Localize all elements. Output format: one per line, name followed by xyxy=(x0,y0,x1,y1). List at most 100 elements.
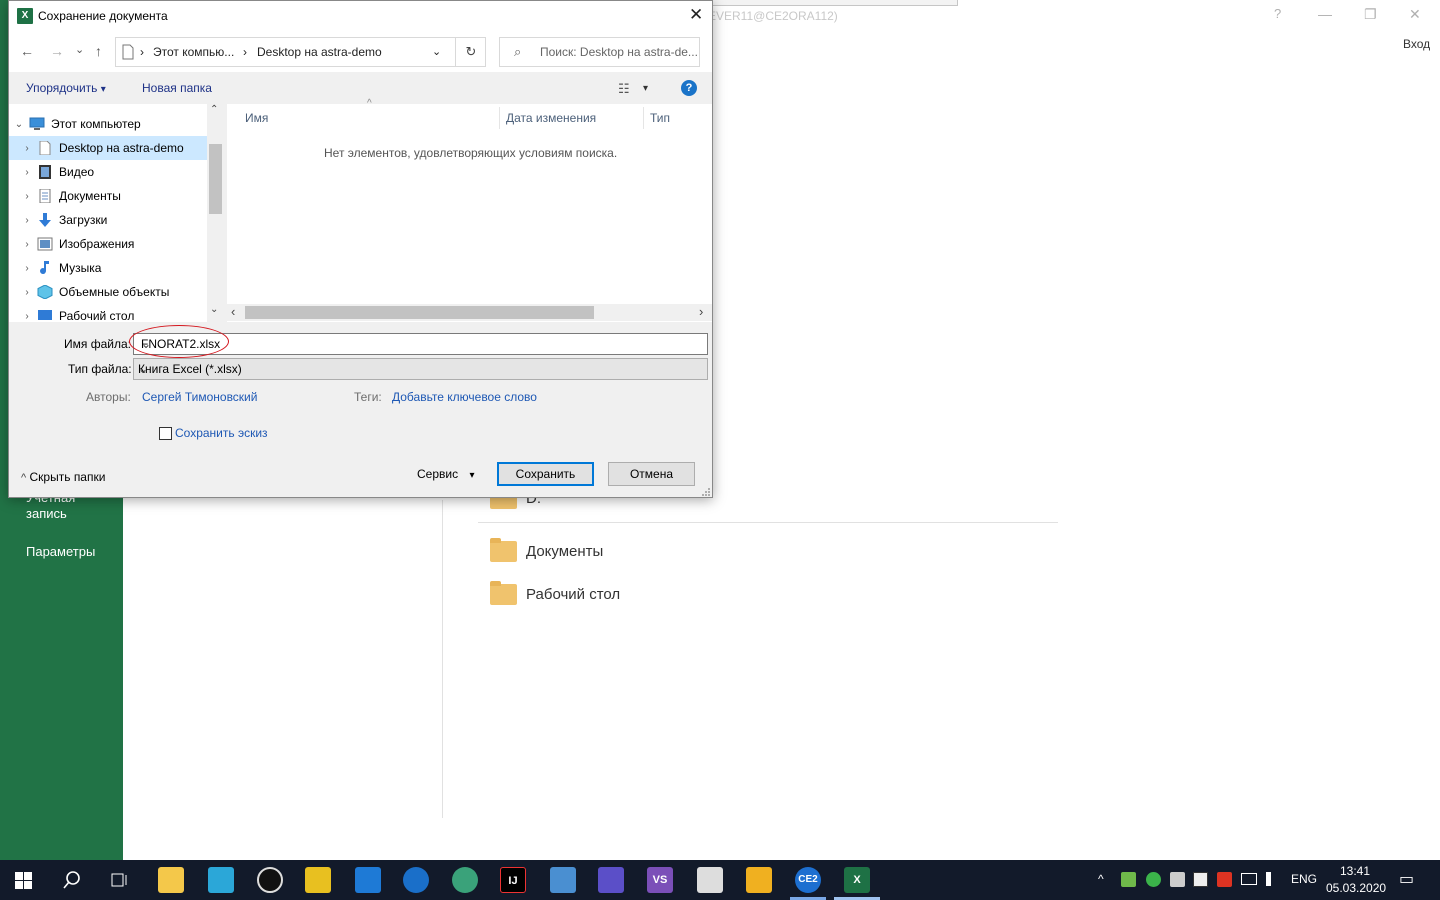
maximize-button[interactable]: ❐ xyxy=(1364,6,1377,23)
calendar-app-icon[interactable] xyxy=(697,867,723,893)
tray-chevron-icon[interactable]: ^ xyxy=(1098,872,1104,886)
view-options-icon[interactable]: ☷ xyxy=(618,81,630,97)
tags-input[interactable]: Добавьте ключевое слово xyxy=(392,390,537,404)
chevron-right-icon[interactable]: › xyxy=(17,239,37,250)
breadcrumb-current[interactable]: Desktop на astra-demo xyxy=(257,45,382,59)
column-separator[interactable] xyxy=(499,107,500,129)
search-input[interactable]: Поиск: Desktop на astra-de... xyxy=(540,45,698,59)
maxthon-icon[interactable] xyxy=(355,867,381,893)
breadcrumb-root[interactable]: Этот компью... xyxy=(153,45,234,59)
save-thumbnail-checkbox[interactable] xyxy=(159,427,172,440)
tray-app-icon[interactable] xyxy=(1121,872,1136,887)
volume-muted-icon[interactable] xyxy=(1266,872,1280,886)
clock[interactable]: 13:41 05.03.2020 xyxy=(1326,863,1386,897)
tree-item-music[interactable]: › Музыка xyxy=(9,256,207,280)
minimize-button[interactable]: — xyxy=(1318,6,1332,22)
folder-item-documents[interactable]: Документы xyxy=(490,538,603,562)
breadcrumb-sep[interactable]: › xyxy=(243,45,247,59)
chevron-right-icon[interactable]: › xyxy=(17,167,37,178)
batman-icon[interactable] xyxy=(305,867,331,893)
new-folder-button[interactable]: Новая папка xyxy=(142,81,212,95)
tree-item-pictures[interactable]: › Изображения xyxy=(9,232,207,256)
search-box[interactable]: ⌕ Поиск: Desktop на astra-de... xyxy=(499,37,700,67)
chevron-right-icon[interactable]: › xyxy=(17,191,37,202)
dialog-close-button[interactable]: ✕ xyxy=(689,6,703,23)
maps-icon[interactable] xyxy=(452,867,478,893)
tray-k-icon[interactable] xyxy=(1217,872,1232,887)
ce2-icon[interactable]: CE2 xyxy=(795,867,821,893)
tree-item-3d-objects[interactable]: › Объемные объекты xyxy=(9,280,207,304)
refresh-button[interactable]: ↻ xyxy=(455,38,486,66)
save-thumbnail-label[interactable]: Сохранить эскиз xyxy=(175,426,268,440)
back-button[interactable]: ← xyxy=(20,43,34,59)
horizontal-scrollbar[interactable]: ‹ › xyxy=(227,304,712,321)
tree-item-desktop[interactable]: › Рабочий стол xyxy=(9,304,207,322)
scroll-left-icon[interactable]: ‹ xyxy=(231,304,235,319)
chevron-right-icon[interactable]: › xyxy=(17,287,37,298)
chevron-right-icon[interactable]: › xyxy=(17,215,37,226)
runner-app-icon[interactable] xyxy=(746,867,772,893)
scroll-thumb[interactable] xyxy=(245,306,594,319)
file-explorer-icon[interactable] xyxy=(158,867,184,893)
tray-usb-icon[interactable] xyxy=(1170,872,1185,887)
pc-icon[interactable] xyxy=(550,867,576,893)
tray-qr-icon[interactable] xyxy=(1193,872,1208,887)
scroll-up-icon[interactable]: ⌃ xyxy=(210,104,218,115)
resize-grip-icon[interactable] xyxy=(701,487,711,497)
cancel-button[interactable]: Отмена xyxy=(608,462,695,486)
chevron-down-icon[interactable]: ⌄ xyxy=(9,119,29,130)
tree-item-downloads[interactable]: › Загрузки xyxy=(9,208,207,232)
recent-locations-button[interactable]: ⌄ xyxy=(75,43,84,56)
column-name[interactable]: Имя xyxy=(245,111,268,125)
tree-item-video[interactable]: › Видео xyxy=(9,160,207,184)
save-button[interactable]: Сохранить xyxy=(497,462,594,486)
visual-studio-icon[interactable]: VS xyxy=(647,867,673,893)
tree-item-documents[interactable]: › Документы xyxy=(9,184,207,208)
intellij-icon[interactable]: IJ xyxy=(500,867,526,893)
chevron-down-icon[interactable]: ⌄ xyxy=(138,362,703,376)
tray-shield-icon[interactable] xyxy=(1146,872,1161,887)
chevron-down-icon[interactable]: ▾ xyxy=(643,83,648,94)
column-date-modified[interactable]: Дата изменения xyxy=(506,111,596,125)
chevron-right-icon[interactable]: › xyxy=(17,311,37,322)
tools-button[interactable]: Сервис ▾ xyxy=(417,467,474,481)
tree-item-label: Музыка xyxy=(59,261,102,275)
organize-button[interactable]: Упорядочить ▾ xyxy=(26,81,106,95)
tree-scrollbar[interactable]: ⌃ ⌄ xyxy=(207,104,224,322)
scroll-down-icon[interactable]: ⌄ xyxy=(210,304,218,315)
task-view-icon[interactable] xyxy=(110,872,130,888)
notifications-icon[interactable]: ▭ xyxy=(1399,869,1414,889)
edge-icon[interactable] xyxy=(403,867,429,893)
windows-logo-icon[interactable] xyxy=(15,872,32,889)
search-icon[interactable] xyxy=(63,871,81,889)
forward-button[interactable]: → xyxy=(50,43,64,59)
sign-in-link[interactable]: Вход xyxy=(1403,37,1430,51)
help-icon[interactable]: ? xyxy=(681,80,697,96)
help-button[interactable]: ? xyxy=(1274,6,1281,21)
column-type[interactable]: Тип xyxy=(650,111,670,125)
tree-item-this-pc[interactable]: ⌄ Этот компьютер xyxy=(9,112,207,136)
circle-app-icon[interactable] xyxy=(257,867,283,893)
sidebar-item-parameters[interactable]: Параметры xyxy=(26,544,95,560)
excel-icon[interactable]: X xyxy=(844,867,870,893)
folder-item-desktop[interactable]: Рабочий стол xyxy=(490,581,620,605)
chevron-right-icon[interactable]: › xyxy=(17,143,37,154)
save-app-icon[interactable] xyxy=(598,867,624,893)
window-close-button[interactable]: ✕ xyxy=(1409,6,1421,23)
chevron-right-icon[interactable]: › xyxy=(17,263,37,274)
address-bar[interactable]: › Этот компью... › Desktop на astra-demo… xyxy=(115,37,486,67)
filetype-select[interactable]: Книга Excel (*.xlsx) ⌄ xyxy=(133,358,708,380)
hide-folders-button[interactable]: ^ Скрыть папки xyxy=(21,470,105,484)
tree-item-desktop-astra[interactable]: › Desktop на astra-demo xyxy=(9,136,207,160)
authors-value[interactable]: Сергей Тимоновский xyxy=(142,390,257,404)
network-icon[interactable] xyxy=(1241,873,1257,885)
scroll-right-icon[interactable]: › xyxy=(699,304,703,319)
app-icon[interactable] xyxy=(208,867,234,893)
scroll-thumb[interactable] xyxy=(209,144,222,214)
up-button[interactable]: ↑ xyxy=(95,43,102,59)
language-indicator[interactable]: ENG xyxy=(1291,872,1317,886)
breadcrumb-sep[interactable]: › xyxy=(140,45,144,59)
column-separator[interactable] xyxy=(643,107,644,129)
tree-item-label: Этот компьютер xyxy=(51,117,141,131)
chevron-down-icon[interactable]: ⌄ xyxy=(432,45,441,58)
